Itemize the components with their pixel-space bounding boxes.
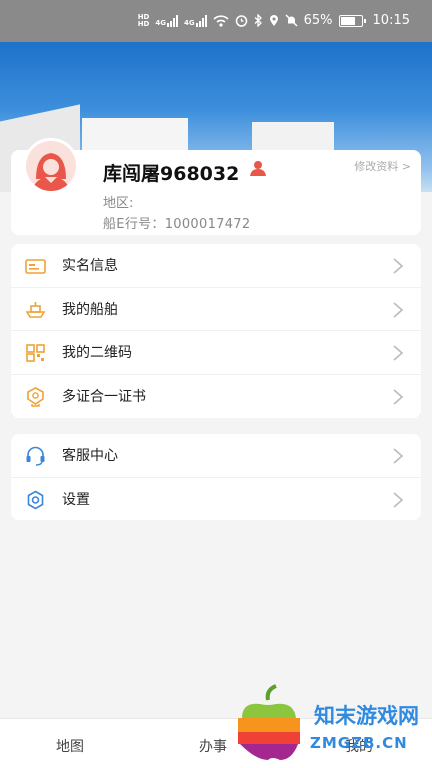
profile-card[interactable]: 库闯屠968032 修改资料 > 地区: 船E行号：1000017472 [11, 138, 421, 235]
watermark-logo-icon [238, 684, 300, 760]
battery-percent: 65% [303, 13, 333, 28]
headset-icon [26, 446, 45, 466]
menu-item-certificate[interactable]: 多证合一证书 [11, 375, 421, 419]
menu-label: 客服中心 [62, 448, 118, 465]
username: 库闯屠968032 [103, 163, 240, 185]
network-type-1: 4G [155, 18, 166, 27]
network-type-2: 4G [184, 18, 195, 27]
menu-item-qr-code[interactable]: 我的二维码 [11, 331, 421, 375]
ship-icon [25, 301, 46, 318]
chevron-right-icon [393, 301, 404, 318]
ship-id: 船E行号：1000017472 [103, 217, 251, 232]
signal-icon-1: 4G [155, 14, 178, 27]
tab-work[interactable]: 办事 [199, 736, 227, 756]
gear-icon [27, 490, 44, 509]
avatar-person-icon [32, 153, 70, 191]
status-bar: HD HD 4G 4G 65% 10:15 [0, 0, 432, 42]
menu-label: 我的船舶 [62, 301, 118, 318]
id-card-icon [25, 259, 46, 274]
signal-icon-2: 4G [184, 14, 207, 27]
clock: 10:15 [372, 13, 410, 28]
menu-item-real-name[interactable]: 实名信息 [11, 244, 421, 288]
chevron-right-icon [393, 345, 404, 361]
location-icon [269, 15, 278, 26]
watermark-url: ZMGZB.CN [310, 734, 408, 752]
menu-item-my-ship[interactable]: 我的船舶 [11, 288, 421, 331]
wifi-icon [213, 15, 229, 27]
battery-icon [338, 14, 366, 27]
alarm-icon [235, 15, 247, 27]
bluetooth-icon [254, 14, 262, 27]
sim-indicators: HD HD [137, 13, 150, 28]
menu-label: 设置 [62, 492, 90, 509]
menu-label: 实名信息 [62, 258, 118, 275]
certificate-icon [27, 386, 44, 407]
menu-label: 我的二维码 [62, 345, 132, 362]
main-menu: 实名信息 我的船舶 我的二维码 多证合一证书 [11, 244, 421, 418]
chevron-right-icon [393, 388, 404, 405]
user-badge-icon [250, 161, 266, 176]
qr-code-icon [26, 344, 45, 362]
menu-item-customer-service[interactable]: 客服中心 [11, 434, 421, 478]
mute-bell-icon [285, 14, 298, 27]
region-label: 地区: [103, 196, 134, 211]
avatar[interactable] [23, 138, 79, 194]
edit-profile-link[interactable]: 修改资料 > [354, 158, 411, 174]
menu-label: 多证合一证书 [62, 389, 146, 406]
chevron-right-icon [393, 258, 404, 274]
chevron-right-icon [393, 491, 404, 508]
menu-item-settings[interactable]: 设置 [11, 478, 421, 522]
secondary-menu: 客服中心 设置 [11, 434, 421, 520]
chevron-right-icon [393, 448, 404, 464]
watermark: 知末游戏网 ZMGZB.CN [232, 682, 432, 766]
hd-badge-2: HD [137, 19, 150, 28]
tab-map[interactable]: 地图 [56, 736, 84, 756]
watermark-title: 知末游戏网 [314, 704, 419, 728]
battery-fill [340, 16, 355, 25]
